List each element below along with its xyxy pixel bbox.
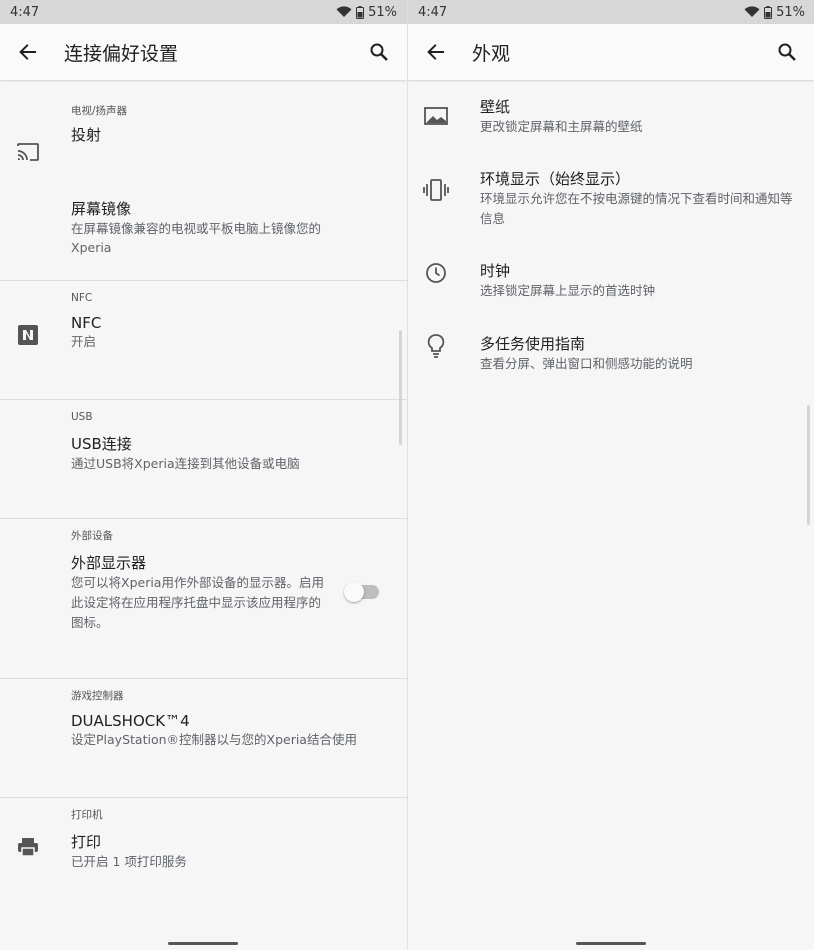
multitask-guide-subtitle: 查看分屏、弹出窗口和侧感功能的说明 (480, 356, 693, 371)
section-nfc: NFC NFC 开启 (0, 280, 407, 399)
external-display-toggle[interactable] (344, 582, 379, 602)
nfc-item[interactable]: NFC 开启 (0, 311, 407, 399)
ambient-display-icon (422, 176, 450, 204)
clock-subtitle: 选择锁定屏幕上显示的首选时钟 (480, 283, 656, 298)
print-subtitle: 已开启 1 项打印服务 (71, 854, 187, 869)
section-game: 游戏控制器 DUALSHOCK™4 设定PlayStation®控制器以与您的X… (0, 678, 407, 797)
printer-icon (14, 833, 42, 861)
app-bar: 连接偏好设置 (0, 24, 407, 80)
section-header: 外部设备 (71, 530, 113, 542)
usb-subtitle: 通过USB将Xperia连接到其他设备或电脑 (71, 456, 300, 471)
toggle-knob (344, 582, 364, 602)
appearance-list: 壁纸 更改锁定屏幕和主屏幕的壁纸 环境显示（始终显示） 环境显示允许您在不按电源… (408, 80, 814, 950)
battery-percent: 51% (368, 4, 397, 20)
battery-icon (356, 5, 365, 19)
section-header: 打印机 (71, 809, 103, 821)
status-bar: 4:47 51% (0, 0, 407, 24)
wallpaper-title: 壁纸 (480, 98, 511, 116)
section-tv: 电视/扬声器 投射 屏幕镜像 在屏幕镜像兼容的电视或平板电脑上镜像您的Xperi… (0, 94, 407, 280)
nfc-icon (14, 321, 42, 349)
search-button[interactable] (759, 24, 814, 80)
clock-item[interactable]: 时钟 选择锁定屏幕上显示的首选时钟 (408, 260, 814, 333)
screen-mirror-title: 屏幕镜像 (71, 200, 132, 218)
cast-icon (14, 138, 42, 166)
section-external: 外部设备 外部显示器 您可以将Xperia用作外部设备的显示器。启用此设定将在应… (0, 518, 407, 678)
usb-title: USB连接 (71, 435, 132, 453)
section-header: 游戏控制器 (71, 690, 124, 702)
lightbulb-icon (422, 332, 450, 360)
section-header: NFC (71, 292, 93, 304)
external-display-subtitle: 您可以将Xperia用作外部设备的显示器。启用此设定将在应用程序托盘中显示该应用… (71, 575, 324, 630)
print-title: 打印 (71, 833, 102, 851)
scrollbar[interactable] (399, 330, 402, 445)
back-button[interactable] (0, 24, 56, 80)
section-usb: USB USB连接 通过USB将Xperia连接到其他设备或电脑 (0, 399, 407, 518)
arrow-back-icon (19, 44, 36, 60)
settings-list: 电视/扬声器 投射 屏幕镜像 在屏幕镜像兼容的电视或平板电脑上镜像您的Xperi… (0, 80, 407, 950)
gesture-nav-handle[interactable] (576, 942, 646, 945)
battery-icon (764, 5, 773, 19)
status-time: 4:47 (10, 4, 40, 20)
usb-connection-item[interactable]: USB连接 通过USB将Xperia连接到其他设备或电脑 (0, 430, 407, 518)
ambient-display-item[interactable]: 环境显示（始终显示） 环境显示允许您在不按电源键的情况下查看时间和通知等信息 (408, 168, 814, 260)
external-display-title: 外部显示器 (71, 554, 147, 572)
page-title: 连接偏好设置 (64, 42, 179, 65)
page-title: 外观 (472, 42, 511, 65)
wallpaper-subtitle: 更改锁定屏幕和主屏幕的壁纸 (480, 119, 643, 134)
wifi-icon (744, 6, 760, 18)
clock-icon (422, 259, 450, 287)
print-item[interactable]: 打印 已开启 1 项打印服务 (0, 828, 407, 916)
scrollbar[interactable] (807, 405, 810, 525)
multitask-guide-title: 多任务使用指南 (480, 335, 586, 353)
battery-percent: 51% (776, 4, 805, 20)
ambient-display-title: 环境显示（始终显示） (480, 170, 631, 188)
external-display-item[interactable]: 外部显示器 您可以将Xperia用作外部设备的显示器。启用此设定将在应用程序托盘… (0, 549, 407, 678)
dualshock-title: DUALSHOCK™4 (71, 712, 190, 730)
ambient-display-subtitle: 环境显示允许您在不按电源键的情况下查看时间和通知等信息 (480, 191, 793, 226)
screen-mirror-item[interactable]: 屏幕镜像 在屏幕镜像兼容的电视或平板电脑上镜像您的Xperia (0, 198, 407, 280)
wallpaper-icon (422, 102, 450, 130)
app-bar: 外观 (408, 24, 814, 80)
wallpaper-item[interactable]: 壁纸 更改锁定屏幕和主屏幕的壁纸 (408, 96, 814, 168)
status-bar: 4:47 51% (408, 0, 814, 24)
cast-item[interactable]: 投射 (0, 124, 407, 198)
wifi-icon (336, 6, 352, 18)
search-button[interactable] (351, 24, 407, 80)
section-header: 电视/扬声器 (71, 105, 128, 117)
left-screen: 4:47 51% 连接偏好设置 电视/扬声器 投射 屏幕镜像 在屏幕镜像兼容的电… (0, 0, 407, 950)
gesture-nav-handle[interactable] (168, 942, 238, 945)
right-screen: 4:47 51% 外观 壁纸 更改锁定屏幕和主屏幕的壁纸 环境显示（始终显示） (407, 0, 814, 950)
screen-mirror-subtitle: 在屏幕镜像兼容的电视或平板电脑上镜像您的Xperia (71, 221, 322, 255)
clock-title: 时钟 (480, 262, 511, 280)
nfc-title: NFC (71, 314, 102, 332)
search-icon (778, 43, 796, 61)
search-icon (370, 43, 388, 61)
back-button[interactable] (408, 24, 464, 80)
nfc-subtitle: 开启 (71, 334, 97, 349)
cast-title: 投射 (71, 126, 102, 144)
section-header: USB (71, 411, 93, 423)
dualshock-item[interactable]: DUALSHOCK™4 设定PlayStation®控制器以与您的Xperia结… (0, 709, 407, 797)
arrow-back-icon (427, 44, 444, 60)
multitask-guide-item[interactable]: 多任务使用指南 查看分屏、弹出窗口和侧感功能的说明 (408, 333, 814, 405)
section-print: 打印机 打印 已开启 1 项打印服务 (0, 797, 407, 916)
dualshock-subtitle: 设定PlayStation®控制器以与您的Xperia结合使用 (71, 732, 357, 747)
status-time: 4:47 (418, 4, 448, 20)
